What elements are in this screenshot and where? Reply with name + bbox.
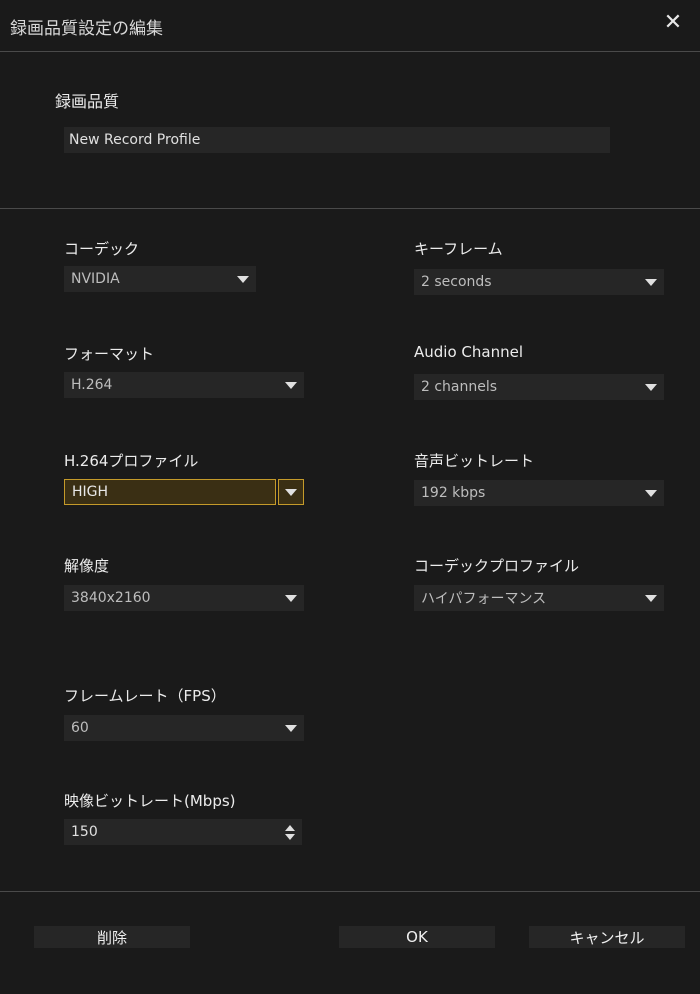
audio-channel-value: 2 channels <box>421 379 498 395</box>
chevron-down-icon <box>638 480 664 506</box>
audio-bitrate-label: 音声ビットレート <box>414 452 535 470</box>
stepper-buttons <box>278 819 302 845</box>
window-title: 録画品質設定の編集 <box>10 19 163 39</box>
video-bitrate-value: 150 <box>71 824 98 840</box>
increment-icon[interactable] <box>285 824 295 831</box>
close-icon[interactable]: ✕ <box>660 10 686 36</box>
codec-profile-label: コーデックプロファイル <box>414 557 580 575</box>
profile-name-input[interactable] <box>64 127 610 153</box>
audio-bitrate-value: 192 kbps <box>421 485 486 501</box>
resolution-value: 3840x2160 <box>71 590 151 606</box>
format-select[interactable]: H.264 <box>64 372 304 398</box>
h264-profile-select[interactable]: HIGH <box>64 479 304 505</box>
chevron-down-icon <box>638 585 664 611</box>
title-bar: 録画品質設定の編集 ✕ <box>0 0 700 52</box>
divider <box>0 891 700 892</box>
framerate-label: フレームレート（FPS） <box>64 687 226 705</box>
h264-profile-value: HIGH <box>64 479 276 505</box>
keyframe-label: キーフレーム <box>414 240 503 258</box>
chevron-down-icon <box>278 372 304 398</box>
keyframe-select[interactable]: 2 seconds <box>414 269 664 295</box>
framerate-select[interactable]: 60 <box>64 715 304 741</box>
chevron-down-icon <box>278 585 304 611</box>
audio-channel-select[interactable]: 2 channels <box>414 374 664 400</box>
framerate-value: 60 <box>71 720 89 736</box>
ok-button[interactable]: OK <box>339 926 495 948</box>
divider <box>0 208 700 209</box>
delete-button[interactable]: 削除 <box>34 926 190 948</box>
format-label: フォーマット <box>64 345 155 363</box>
video-bitrate-stepper[interactable]: 150 <box>64 819 302 845</box>
chevron-down-icon <box>638 374 664 400</box>
codec-label: コーデック <box>64 240 140 258</box>
codec-profile-select[interactable]: ハイパフォーマンス <box>414 585 664 611</box>
chevron-down-icon <box>230 266 256 292</box>
audio-bitrate-select[interactable]: 192 kbps <box>414 480 664 506</box>
codec-value: NVIDIA <box>71 271 120 287</box>
keyframe-value: 2 seconds <box>421 274 492 290</box>
codec-select[interactable]: NVIDIA <box>64 266 256 292</box>
profile-name-label: 録画品質 <box>55 92 120 111</box>
chevron-down-icon <box>638 269 664 295</box>
chevron-down-icon <box>278 479 304 505</box>
audio-channel-label: Audio Channel <box>414 343 523 361</box>
resolution-select[interactable]: 3840x2160 <box>64 585 304 611</box>
resolution-label: 解像度 <box>64 557 110 575</box>
decrement-icon[interactable] <box>285 833 295 840</box>
video-bitrate-label: 映像ビットレート(Mbps) <box>64 792 236 810</box>
chevron-down-icon <box>278 715 304 741</box>
format-value: H.264 <box>71 377 113 393</box>
cancel-button[interactable]: キャンセル <box>529 926 685 948</box>
codec-profile-value: ハイパフォーマンス <box>421 591 547 607</box>
h264-profile-label: H.264プロファイル <box>64 452 199 470</box>
